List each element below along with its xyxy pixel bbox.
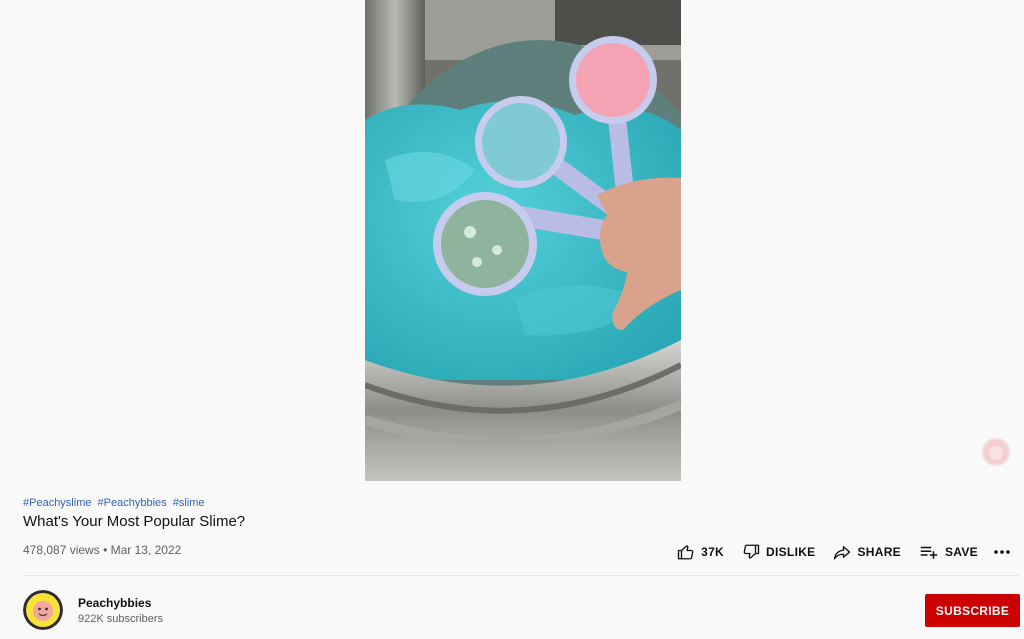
- video-title: What's Your Most Popular Slime?: [23, 513, 246, 530]
- view-count: 478,087 views: [23, 543, 100, 557]
- thumbs-up-icon: [677, 545, 694, 560]
- like-button[interactable]: 37K: [677, 543, 724, 561]
- channel-name[interactable]: Peachybbies: [78, 596, 151, 610]
- playlist-add-icon: [920, 546, 938, 559]
- share-button[interactable]: SHARE: [833, 543, 901, 561]
- share-label: SHARE: [857, 545, 901, 559]
- hashtag-link[interactable]: #slime: [173, 497, 205, 509]
- more-actions-button[interactable]: [994, 550, 1016, 554]
- peach-logo-icon: [984, 440, 1008, 464]
- upload-date: Mar 13, 2022: [110, 543, 182, 557]
- video-info: 478,087 views • Mar 13, 2022: [23, 543, 181, 557]
- info-separator: •: [103, 543, 108, 557]
- save-button[interactable]: SAVE: [919, 543, 978, 561]
- dislike-button[interactable]: DISLIKE: [742, 543, 815, 561]
- dislike-label: DISLIKE: [766, 545, 816, 559]
- video-player[interactable]: [0, 0, 1024, 482]
- peach-avatar-icon: [23, 590, 63, 630]
- channel-avatar[interactable]: [23, 590, 63, 630]
- hashtag-link[interactable]: #Peachyslime: [23, 497, 91, 509]
- subscribe-button[interactable]: SUBSCRIBE: [925, 594, 1020, 627]
- more-horizontal-icon: [994, 550, 1010, 554]
- subscriber-count: 922K subscribers: [78, 613, 163, 625]
- video-thumbnail-image: [365, 0, 681, 481]
- section-divider: [23, 575, 1019, 576]
- hashtags: #Peachyslime #Peachybbies #slime: [23, 497, 208, 509]
- video-frame[interactable]: [365, 0, 681, 481]
- share-arrow-icon: [834, 546, 851, 560]
- thumbs-down-icon: [743, 544, 760, 559]
- channel-watermark[interactable]: [982, 438, 1010, 466]
- save-label: SAVE: [945, 545, 978, 559]
- hashtag-link[interactable]: #Peachybbies: [98, 497, 167, 509]
- video-actions: 37K DISLIKE SHARE SAVE: [659, 540, 1016, 564]
- like-count: 37K: [701, 545, 725, 559]
